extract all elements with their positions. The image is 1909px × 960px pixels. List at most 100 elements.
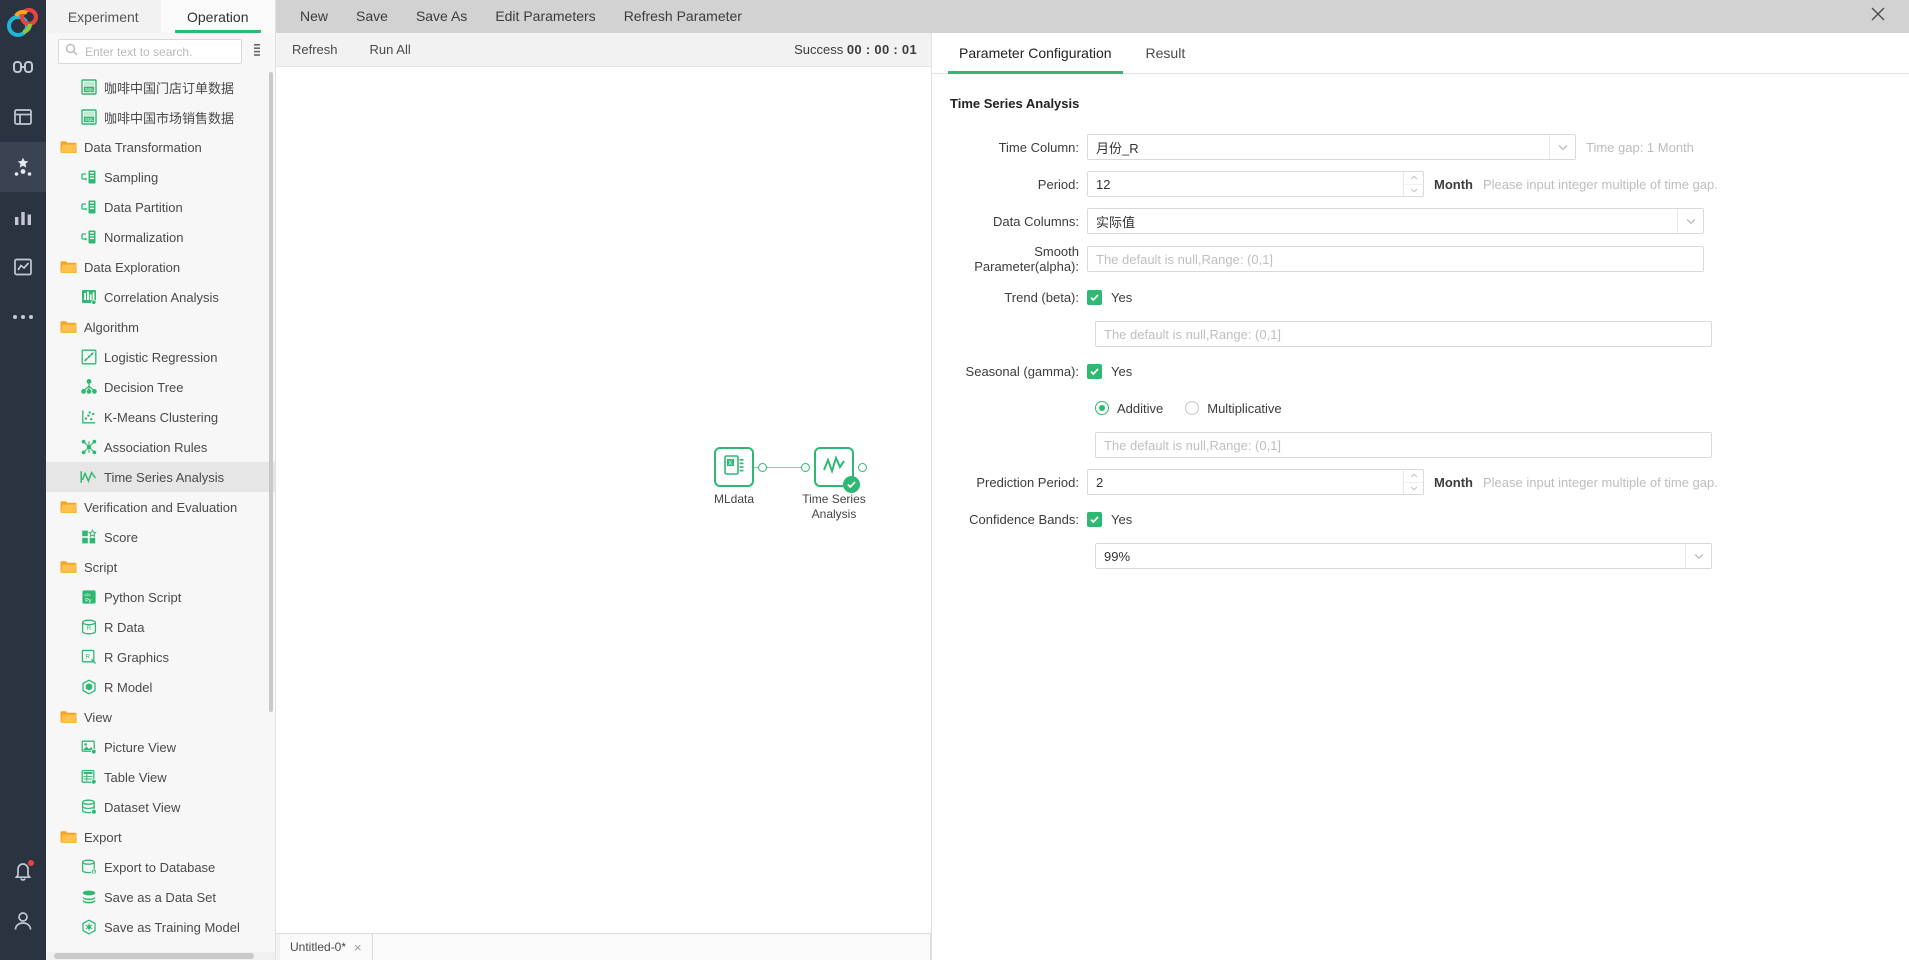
tree-item-r-model[interactable]: R Model xyxy=(46,672,275,702)
radio-multiplicative[interactable] xyxy=(1185,401,1200,415)
search-input[interactable] xyxy=(83,43,235,60)
sidebar-tab-operation[interactable]: Operation xyxy=(160,0,275,33)
seasonal-gamma-checkbox[interactable] xyxy=(1087,363,1102,379)
rail-item-more[interactable] xyxy=(0,292,46,342)
rail-item-link[interactable] xyxy=(0,42,46,92)
rail-item-alerts[interactable] xyxy=(0,846,46,896)
tree-item-decision-tree[interactable]: Decision Tree xyxy=(46,372,275,402)
node-output-port[interactable] xyxy=(858,462,867,472)
tree-item-data-transformation[interactable]: Data Transformation xyxy=(46,132,275,162)
trend-beta-input[interactable]: The default is null,Range: (0,1] xyxy=(1095,321,1712,347)
smooth-alpha-input[interactable]: The default is null,Range: (0,1] xyxy=(1087,246,1704,272)
tree-item-python-script[interactable]: </> Py Python Script xyxy=(46,582,275,612)
canvas-node-mldata[interactable]: X MLdata xyxy=(702,447,767,507)
menu-save-as[interactable]: Save As xyxy=(402,0,481,33)
workspace-split: Refresh Run All Success 00 : 00 : 01 X M… xyxy=(276,33,1909,960)
trend-beta-placeholder: The default is null,Range: (0,1] xyxy=(1104,326,1282,342)
experiment-canvas[interactable]: X MLdata Time Series Analysis xyxy=(276,67,931,933)
bottom-tab-close-icon[interactable]: × xyxy=(354,940,362,955)
tree-item-data-partition[interactable]: Data Partition xyxy=(46,192,275,222)
period-unit: Month xyxy=(1434,176,1473,192)
tree-scrollbar[interactable] xyxy=(269,72,273,712)
menu-new-label: New xyxy=(300,8,329,24)
table-green-icon xyxy=(80,199,97,216)
refresh-button[interactable]: Refresh xyxy=(276,33,354,67)
tree-item-table-view[interactable]: Table View xyxy=(46,762,275,792)
tree-item-association-rules[interactable]: Association Rules xyxy=(46,432,275,462)
window-close-button[interactable] xyxy=(1861,0,1895,33)
node-box[interactable]: X xyxy=(714,447,767,487)
menu-new[interactable]: New xyxy=(286,0,342,33)
tree-item-score[interactable]: Score xyxy=(46,522,275,552)
prediction-period-label: Prediction Period: xyxy=(976,474,1079,490)
period-input[interactable]: 12 xyxy=(1087,171,1424,197)
menu-edit-parameters[interactable]: Edit Parameters xyxy=(481,0,609,33)
rail-item-user[interactable] xyxy=(0,896,46,946)
tree-item-export[interactable]: Export xyxy=(46,822,275,852)
tree-item-[interactable]: SQL 咖啡中国市场销售数据 xyxy=(46,102,275,132)
rail-item-data[interactable] xyxy=(0,92,46,142)
tree-item-sampling[interactable]: Sampling xyxy=(46,162,275,192)
node-output-port[interactable] xyxy=(758,462,767,472)
prediction-period-stepper[interactable] xyxy=(1403,470,1423,494)
canvas-node-time-series-analysis[interactable]: Time Series Analysis xyxy=(801,447,867,522)
tree-item-picture-view[interactable]: Picture View xyxy=(46,732,275,762)
radio-additive[interactable] xyxy=(1095,401,1109,415)
rail-item-analysis[interactable] xyxy=(0,242,46,292)
parameter-form: Time Series Analysis Time Column: 月份_R T… xyxy=(932,74,1909,960)
chevron-up-icon[interactable] xyxy=(1404,470,1423,482)
rail-item-chart[interactable] xyxy=(0,192,46,242)
tree-item-view[interactable]: View xyxy=(46,702,275,732)
seasonal-gamma-input[interactable]: The default is null,Range: (0,1] xyxy=(1095,432,1712,458)
tree-item-verification-and-evaluation[interactable]: Verification and Evaluation xyxy=(46,492,275,522)
chevron-down-icon[interactable] xyxy=(1404,183,1423,197)
tree-item-script[interactable]: Script xyxy=(46,552,275,582)
rail-item-tools[interactable] xyxy=(0,142,46,192)
tree-item-export-to-database[interactable]: Export to Database xyxy=(46,852,275,882)
menu-save[interactable]: Save xyxy=(342,0,402,33)
tree-item-logistic-regression[interactable]: Logistic Regression xyxy=(46,342,275,372)
sidebar-horizontal-scrollbar[interactable] xyxy=(46,952,275,960)
chevron-up-icon[interactable] xyxy=(1404,172,1423,184)
tree-item-k-means-clustering[interactable]: K-Means Clustering xyxy=(46,402,275,432)
tree-item-r-graphics[interactable]: R R Graphics xyxy=(46,642,275,672)
radio-multiplicative-label: Multiplicative xyxy=(1207,400,1282,416)
tree-item-save-as-a-data-set[interactable]: Save as a Data Set xyxy=(46,882,275,912)
tree-item-algorithm[interactable]: Algorithm xyxy=(46,312,275,342)
component-tree[interactable]: SQL 咖啡中国门店订单数据 SQL 咖啡中国市场销售数据 Data Transform… xyxy=(46,70,275,952)
tree-item-[interactable]: SQL 咖啡中国门店订单数据 xyxy=(46,72,275,102)
tools-icon xyxy=(12,156,34,178)
node-input-port[interactable] xyxy=(801,462,810,472)
tree-item-label: Data Transformation xyxy=(84,139,202,155)
tree-item-time-series-analysis[interactable]: Time Series Analysis xyxy=(46,462,275,492)
confidence-bands-checkbox[interactable] xyxy=(1087,511,1102,527)
chevron-down-icon[interactable] xyxy=(1549,135,1575,159)
trend-beta-checkbox[interactable] xyxy=(1087,289,1102,305)
menu-refresh-parameter[interactable]: Refresh Parameter xyxy=(610,0,756,33)
chevron-down-icon[interactable] xyxy=(1404,481,1423,495)
time-column-select[interactable]: 月份_R xyxy=(1087,134,1576,160)
node-success-badge xyxy=(843,476,860,493)
tree-item-correlation-analysis[interactable]: Correlation Analysis xyxy=(46,282,275,312)
tab-parameter-configuration[interactable]: Parameter Configuration xyxy=(942,33,1129,74)
tree-item-normalization[interactable]: Normalization xyxy=(46,222,275,252)
chevron-down-icon[interactable] xyxy=(1677,209,1703,233)
data-columns-select[interactable]: 实际值 xyxy=(1087,208,1704,234)
tree-item-r-data[interactable]: R R Data xyxy=(46,612,275,642)
node-box[interactable] xyxy=(801,447,867,493)
confidence-level-select[interactable]: 99% xyxy=(1095,543,1712,569)
prediction-period-input[interactable]: 2 xyxy=(1087,469,1424,495)
run-all-button[interactable]: Run All xyxy=(354,33,427,67)
tree-item-data-exploration[interactable]: Data Exploration xyxy=(46,252,275,282)
period-stepper[interactable] xyxy=(1403,172,1423,196)
sidebar-tab-experiment[interactable]: Experiment xyxy=(46,0,161,33)
search-box[interactable] xyxy=(58,39,242,64)
filter-menu-button[interactable] xyxy=(248,40,267,64)
bottom-tab-untitled[interactable]: Untitled-0* × xyxy=(280,934,373,960)
tab-result[interactable]: Result xyxy=(1129,33,1203,73)
chevron-down-icon[interactable] xyxy=(1685,544,1711,568)
tree-item-dataset-view[interactable]: Dataset View xyxy=(46,792,275,822)
tree-item-save-as-training-model[interactable]: Save as Training Model xyxy=(46,912,275,942)
smooth-alpha-label: Smooth Parameter(alpha): xyxy=(974,244,1079,274)
smooth-alpha-placeholder: The default is null,Range: (0,1] xyxy=(1096,251,1274,267)
